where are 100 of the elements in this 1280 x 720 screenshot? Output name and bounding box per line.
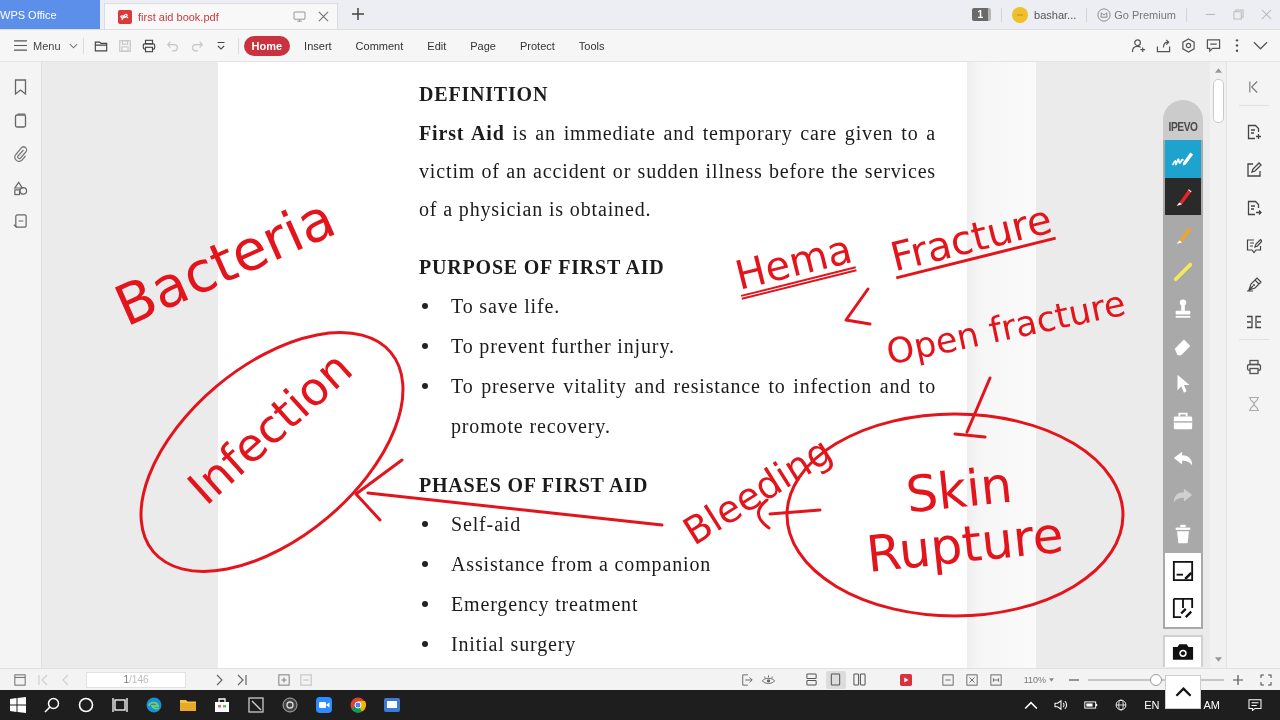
comment-edit-icon[interactable] (1245, 238, 1262, 254)
section-heading: DEFINITION (419, 83, 549, 105)
go-premium-button[interactable]: Go Premium (1097, 7, 1176, 22)
windows-icon[interactable] (10, 697, 26, 713)
account-name[interactable]: bashar... (1034, 8, 1077, 21)
ribbon-tab[interactable]: Page (460, 35, 506, 56)
comment-icon[interactable] (1206, 38, 1221, 53)
bullet-icon (422, 521, 428, 527)
edit-icon[interactable] (1245, 162, 1262, 178)
share-icon[interactable] (1156, 38, 1171, 53)
language-indicator[interactable]: EN (1144, 699, 1160, 711)
task-view-icon[interactable] (112, 697, 128, 713)
print-icon[interactable] (141, 38, 156, 53)
section-heading: PHASES OF FIRST AID (419, 474, 649, 496)
chevron-up-icon[interactable] (1024, 699, 1039, 711)
add-user-icon[interactable] (1131, 38, 1146, 53)
page-number-field[interactable]: 1/146 (86, 671, 186, 688)
battery-icon[interactable] (1084, 699, 1099, 711)
pdf-file-icon (118, 9, 132, 24)
two-page-icon (853, 673, 867, 686)
globe-icon[interactable] (1114, 699, 1129, 711)
collapse-icon[interactable] (1248, 80, 1259, 94)
chevron-down-icon (68, 42, 78, 49)
bullet-icon (422, 383, 428, 389)
single-page-icon (829, 673, 843, 686)
list-item: Emergency treatment (451, 592, 639, 618)
ribbon-tab[interactable]: Protect (509, 35, 565, 56)
bullet-icon (422, 641, 428, 647)
view-mode-button[interactable] (825, 670, 846, 689)
list-item: To preserve vitality and resistance to infection and to promote recovery. (451, 374, 936, 440)
shapes-icon[interactable] (13, 179, 28, 196)
zoom-in-icon[interactable] (1232, 673, 1244, 686)
ribbon-tab[interactable]: Tools (568, 35, 615, 56)
list-item: To save life. (451, 294, 561, 319)
settings-icon[interactable] (1181, 38, 1196, 53)
document-scan-icon[interactable] (13, 213, 28, 229)
handwritten-note: Hema (730, 226, 858, 301)
volume-icon[interactable] (1054, 699, 1069, 711)
notification-icon[interactable] (1248, 699, 1262, 711)
app-icon[interactable] (384, 697, 400, 713)
clock[interactable]: AM (1203, 699, 1220, 711)
file-add-icon[interactable] (1245, 124, 1262, 140)
tool-button[interactable] (1165, 140, 1201, 178)
folder-icon[interactable] (93, 38, 108, 53)
eye-icon[interactable] (760, 673, 776, 686)
camera-icon[interactable] (1172, 642, 1194, 661)
ribbon-tab[interactable]: Home (243, 35, 291, 56)
slider-thumb[interactable] (1150, 673, 1162, 686)
video-camera-icon[interactable] (316, 697, 332, 713)
paperclip-icon[interactable] (13, 146, 28, 162)
circle-app-icon[interactable] (282, 697, 298, 713)
ribbon-tab[interactable]: Comment (345, 35, 414, 56)
highlighter-icon (1172, 260, 1194, 283)
search-icon[interactable] (44, 697, 60, 713)
bullet-icon (422, 343, 428, 349)
browser-icon[interactable] (146, 697, 162, 713)
export-icon[interactable] (740, 673, 753, 686)
handwritten-note: Open fracture (883, 283, 1129, 373)
last-page-icon[interactable] (236, 673, 248, 686)
page-icon[interactable] (13, 112, 28, 129)
play-icon[interactable] (899, 673, 912, 686)
zoom-dropdown[interactable]: 110% (1023, 674, 1054, 685)
file-export-icon[interactable] (1245, 200, 1262, 216)
screen-annotate-icon[interactable] (1172, 560, 1194, 582)
fullscreen-icon[interactable] (1260, 673, 1272, 686)
fit-page-icon[interactable] (965, 673, 978, 686)
ribbon-tab[interactable]: Edit (417, 35, 457, 56)
expand-icon[interactable] (989, 673, 1002, 686)
caret-icon (1049, 677, 1054, 682)
shopping-bag-icon[interactable] (214, 697, 230, 713)
tool-button[interactable] (1165, 177, 1201, 215)
bullet-icon (422, 601, 428, 607)
folder-icon[interactable] (180, 697, 196, 713)
menu-icon (14, 40, 27, 51)
menu-button[interactable]: Menu (14, 39, 78, 52)
compare-icon[interactable] (1172, 597, 1194, 619)
ink-line (951, 374, 993, 440)
bullet-icon (422, 561, 428, 567)
panel-icon[interactable] (14, 673, 26, 686)
circle-icon[interactable] (78, 697, 94, 713)
collapse-button[interactable] (1165, 675, 1201, 709)
pen-nib-icon[interactable] (1245, 276, 1262, 292)
window-count-badge[interactable]: 1 (972, 8, 992, 21)
more-icon[interactable] (1235, 38, 1239, 53)
list-item: Self-aid (451, 512, 522, 537)
bookmark-icon[interactable] (13, 79, 28, 95)
list-item: Initial surgery (451, 632, 577, 658)
toolbar-logo: IPEVO (1168, 120, 1198, 134)
close-icon[interactable] (318, 11, 329, 22)
bullet-icon (422, 303, 428, 309)
window-tab[interactable]: first aid book.pdf (104, 3, 338, 29)
browser-icon[interactable] (350, 697, 366, 713)
list-item: To prevent further injury. (451, 334, 675, 360)
new-tab-icon[interactable] (352, 8, 364, 20)
split-lines-icon[interactable] (1245, 314, 1262, 330)
ribbon-tab[interactable]: Insert (294, 35, 342, 56)
app-icon[interactable] (248, 697, 264, 713)
print-icon[interactable] (1245, 359, 1262, 375)
scrollbar-thumb[interactable] (1212, 79, 1224, 123)
continuous-view-icon (805, 673, 819, 686)
